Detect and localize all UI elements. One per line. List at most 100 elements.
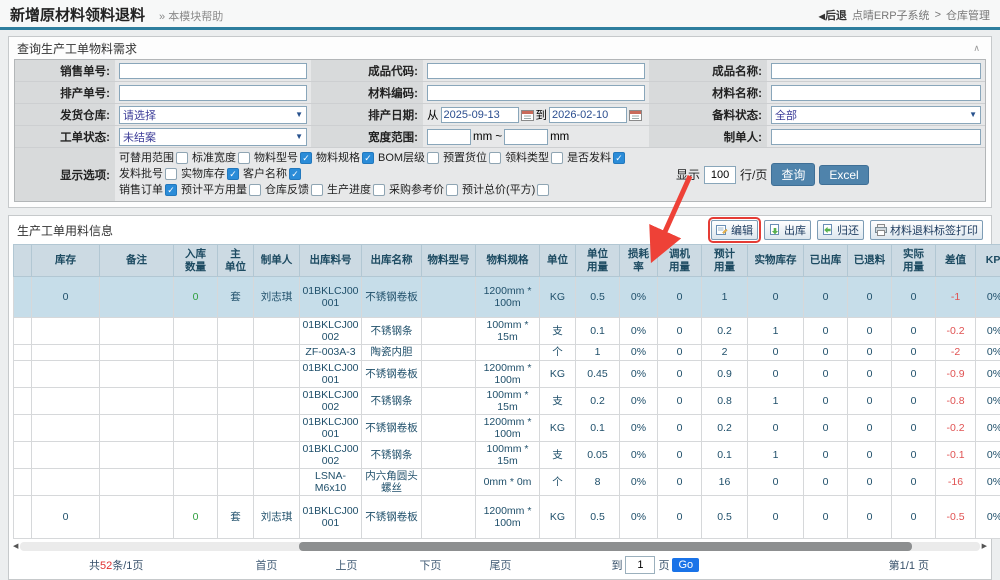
display-option: 预计平方用量 — [181, 182, 261, 198]
column-header: 出库料号 — [300, 245, 362, 277]
last-page-link[interactable]: 尾页 — [489, 557, 511, 573]
option-checkbox[interactable]: ✓ — [362, 152, 374, 164]
table-cell: 刘志琪 — [254, 496, 300, 539]
excel-button[interactable]: Excel — [819, 165, 868, 185]
table-cell: 0.05 — [576, 441, 620, 468]
display-option: 是否发料✓ — [567, 150, 625, 166]
table-cell: 0 — [748, 496, 804, 539]
option-checkbox[interactable] — [427, 152, 439, 164]
option-label: 预置货位 — [443, 150, 487, 166]
product-name-input[interactable] — [771, 63, 981, 79]
table-row[interactable]: 01BKLCJ00001不锈钢卷板1200mm * 100mKG0.10%00.… — [14, 414, 1000, 441]
width-max-input[interactable] — [504, 129, 548, 145]
option-checkbox[interactable] — [551, 152, 563, 164]
back-link[interactable]: ◀后退 — [819, 7, 847, 23]
option-checkbox[interactable] — [537, 184, 549, 196]
option-checkbox[interactable] — [176, 152, 188, 164]
option-checkbox[interactable] — [373, 184, 385, 196]
table-cell: 0% — [620, 360, 658, 387]
table-row[interactable]: 01BKLCJ00002不锈钢条100mm * 15m支0.20%00.8100… — [14, 387, 1000, 414]
table-cell — [218, 387, 254, 414]
column-header: 损耗 率 — [620, 245, 658, 277]
table-cell: 01BKLCJ00001 — [300, 414, 362, 441]
table-cell: 0 — [804, 387, 848, 414]
width-min-input[interactable] — [427, 129, 471, 145]
sales-order-input[interactable] — [119, 63, 307, 79]
prep-status-select[interactable]: 全部▼ — [771, 106, 981, 124]
column-header: 单位 — [540, 245, 576, 277]
warehouse-select[interactable]: 请选择▼ — [119, 106, 307, 124]
edit-button[interactable]: 编辑 — [711, 220, 758, 240]
table-row[interactable]: 00套刘志琪01BKLCJ00001不锈钢卷板1200mm * 100mKG0.… — [14, 496, 1000, 539]
date-from-input[interactable] — [441, 107, 519, 123]
date-to-input[interactable] — [549, 107, 627, 123]
option-checkbox[interactable]: ✓ — [289, 168, 301, 180]
table-cell: 0 — [804, 345, 848, 360]
option-checkbox[interactable] — [489, 152, 501, 164]
print-label-button[interactable]: 材料退料标签打印 — [870, 220, 983, 240]
table-cell — [100, 414, 174, 441]
option-checkbox[interactable]: ✓ — [165, 184, 177, 196]
option-checkbox[interactable]: ✓ — [300, 152, 312, 164]
material-code-input[interactable] — [427, 85, 645, 101]
first-page-link[interactable]: 首页 — [255, 557, 277, 573]
column-header: 差值 — [936, 245, 976, 277]
option-checkbox[interactable]: ✓ — [227, 168, 239, 180]
calendar-icon[interactable] — [521, 109, 534, 121]
scrollbar-track[interactable] — [20, 542, 979, 551]
option-checkbox[interactable] — [249, 184, 261, 196]
return-button[interactable]: 归还 — [817, 220, 864, 240]
table-row[interactable]: LSNA-M6x10内六角圆头螺丝0mm * 0m个80%0160000-160… — [14, 469, 1000, 496]
table-row[interactable]: 01BKLCJ00002不锈钢条100mm * 15m支0.10%00.2100… — [14, 318, 1000, 345]
breadcrumb-app[interactable]: 点晴ERP子系统 — [852, 7, 930, 23]
option-label: 销售订单 — [119, 182, 163, 198]
page-info: 第1/1 页 — [889, 557, 929, 573]
collapse-icon[interactable]: ∧ — [973, 43, 980, 54]
goto-page-input[interactable] — [625, 556, 655, 574]
option-checkbox[interactable] — [311, 184, 323, 196]
next-page-link[interactable]: 下页 — [419, 557, 441, 573]
go-button[interactable]: Go — [672, 558, 699, 572]
calendar-icon[interactable] — [629, 109, 642, 121]
maker-input[interactable] — [771, 129, 981, 145]
display-option: 物料型号✓ — [254, 150, 312, 166]
option-checkbox[interactable]: ✓ — [613, 152, 625, 164]
table-cell: -0.5 — [936, 496, 976, 539]
table-cell — [422, 414, 476, 441]
scroll-right-icon[interactable]: ▶ — [982, 543, 987, 550]
table-row[interactable]: 01BKLCJ00002不锈钢条100mm * 15m支0.050%00.110… — [14, 441, 1000, 468]
table-cell: 100mm * 15m — [476, 441, 540, 468]
table-cell: 01BKLCJ00001 — [300, 496, 362, 539]
order-status-select[interactable]: 未结案▼ — [119, 128, 307, 146]
scroll-left-icon[interactable]: ◀ — [13, 543, 18, 550]
display-option: 生产进度 — [327, 182, 385, 198]
prev-page-link[interactable]: 上页 — [335, 557, 357, 573]
module-help-link[interactable]: » 本模块帮助 — [159, 8, 223, 24]
query-form: 销售单号: 成品代码: 成品名称: 排产单号: 材料编码: 材料名称: 发货仓库… — [14, 59, 986, 202]
option-checkbox[interactable] — [238, 152, 250, 164]
scrollbar-thumb[interactable] — [299, 542, 913, 551]
option-checkbox[interactable] — [446, 184, 458, 196]
table-cell: 不锈钢卷板 — [362, 277, 422, 318]
material-name-input[interactable] — [771, 85, 981, 101]
schedule-order-input[interactable] — [119, 85, 307, 101]
table-cell — [14, 387, 32, 414]
material-name-label: 材料名称: — [649, 82, 767, 103]
page-size-input[interactable] — [704, 166, 736, 184]
horizontal-scrollbar[interactable]: ◀ ▶ — [13, 541, 987, 552]
table-cell: -16 — [936, 469, 976, 496]
table-cell — [174, 360, 218, 387]
table-cell — [14, 277, 32, 318]
table-cell: 01BKLCJ00002 — [300, 441, 362, 468]
product-code-input[interactable] — [427, 63, 645, 79]
option-label: 物料型号 — [254, 150, 298, 166]
option-checkbox[interactable] — [165, 168, 177, 180]
table-cell: 0% — [620, 441, 658, 468]
stock-out-button[interactable]: 出库 — [764, 220, 811, 240]
table-row[interactable]: ZF-003A-3陶瓷内胆个10%020000-20% — [14, 345, 1000, 360]
search-button[interactable]: 查询 — [771, 163, 815, 186]
table-row[interactable]: 00套刘志琪01BKLCJ00001不锈钢卷板1200mm * 100mKG0.… — [14, 277, 1000, 318]
table-cell: 支 — [540, 387, 576, 414]
table-row[interactable]: 01BKLCJ00001不锈钢卷板1200mm * 100mKG0.450%00… — [14, 360, 1000, 387]
chevron-down-icon: ▼ — [969, 110, 977, 119]
